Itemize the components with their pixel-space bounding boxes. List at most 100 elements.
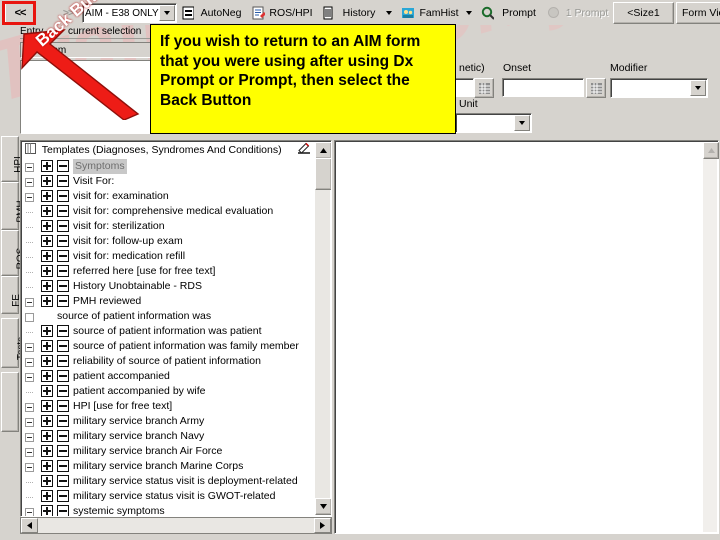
unit-chevron-down-icon[interactable] <box>514 115 530 131</box>
tree-empty-box-icon[interactable] <box>25 312 36 322</box>
tree-row[interactable]: visit for: medication refill <box>21 249 331 264</box>
tree-remove-icon[interactable] <box>57 160 69 172</box>
tree-row[interactable]: Symptoms <box>21 159 331 174</box>
tree-row[interactable]: source of patient information was family… <box>21 339 331 354</box>
tree-row[interactable]: visit for: sterilization <box>21 219 331 234</box>
autoneg-button[interactable]: AutoNeg <box>194 2 248 24</box>
tree-add-icon[interactable] <box>41 340 53 352</box>
sidebar-item-hpi[interactable]: HPI <box>1 136 24 182</box>
tree-row[interactable]: visit for: comprehensive medical evaluat… <box>21 204 331 219</box>
tree-collapse-icon[interactable] <box>25 357 36 367</box>
roshpi-button[interactable]: ROS/HPI <box>265 2 317 24</box>
tree-remove-icon[interactable] <box>57 235 69 247</box>
edit-pencil-icon[interactable] <box>297 142 311 155</box>
tree-collapse-icon[interactable] <box>25 462 36 472</box>
tree-add-icon[interactable] <box>41 160 53 172</box>
tree-collapse-icon[interactable] <box>25 432 36 442</box>
tree-row[interactable]: visit for: examination <box>21 189 331 204</box>
tree-row[interactable]: referred here [use for free text] <box>21 264 331 279</box>
tree-add-icon[interactable] <box>41 430 53 442</box>
tree-add-icon[interactable] <box>41 175 53 187</box>
tree-add-icon[interactable] <box>41 385 53 397</box>
scroll-down-icon[interactable] <box>315 498 331 515</box>
tree-horizontal-scrollbar[interactable] <box>20 517 332 534</box>
tree-remove-icon[interactable] <box>57 385 69 397</box>
tree-add-icon[interactable] <box>41 205 53 217</box>
tree-add-icon[interactable] <box>41 400 53 412</box>
tree-remove-icon[interactable] <box>57 445 69 457</box>
chevron-down-icon[interactable] <box>159 5 175 21</box>
tree-collapse-icon[interactable] <box>25 342 36 352</box>
tree-collapse-icon[interactable] <box>25 447 36 457</box>
detail-scroll-up-icon[interactable] <box>703 142 719 159</box>
tree-remove-icon[interactable] <box>57 250 69 262</box>
tree-remove-icon[interactable] <box>57 190 69 202</box>
onset-input[interactable] <box>502 78 584 97</box>
tree-remove-icon[interactable] <box>57 415 69 427</box>
modifier-combo[interactable] <box>610 78 708 98</box>
tree-add-icon[interactable] <box>41 445 53 457</box>
tree-remove-icon[interactable] <box>57 325 69 337</box>
tree-collapse-icon[interactable] <box>25 417 36 427</box>
tree-vertical-scrollbar[interactable] <box>315 142 331 515</box>
tree-remove-icon[interactable] <box>57 490 69 502</box>
tree-remove-icon[interactable] <box>57 340 69 352</box>
sidebar-item-browse[interactable]: Browse <box>1 372 32 432</box>
severity-picker-button[interactable] <box>474 78 494 98</box>
tree-row[interactable]: systemic symptoms <box>21 504 331 516</box>
modifier-chevron-down-icon[interactable] <box>690 80 706 96</box>
tree-add-icon[interactable] <box>41 190 53 202</box>
tree-remove-icon[interactable] <box>57 505 69 516</box>
scroll-up-icon[interactable] <box>315 142 331 159</box>
form-view-button[interactable]: Form View <box>676 2 720 24</box>
tree-remove-icon[interactable] <box>57 220 69 232</box>
tree-row[interactable]: HPI [use for free text] <box>21 399 331 414</box>
tree-row[interactable]: source of patient information was patien… <box>21 324 331 339</box>
scroll-right-icon[interactable] <box>314 518 331 533</box>
tree-row[interactable]: military service branch Air Force <box>21 444 331 459</box>
tree-row[interactable]: visit for: follow-up exam <box>21 234 331 249</box>
tree-add-icon[interactable] <box>41 370 53 382</box>
tree-row[interactable]: military service status visit is deploym… <box>21 474 331 489</box>
tree-add-icon[interactable] <box>41 355 53 367</box>
tree-remove-icon[interactable] <box>57 175 69 187</box>
tree-add-icon[interactable] <box>41 490 53 502</box>
famhist-button[interactable]: FamHist <box>414 2 464 24</box>
tree-remove-icon[interactable] <box>57 430 69 442</box>
tree-add-icon[interactable] <box>41 505 53 516</box>
tree-row[interactable]: military service branch Army <box>21 414 331 429</box>
unit-combo[interactable] <box>455 113 532 133</box>
tree-remove-icon[interactable] <box>57 265 69 277</box>
history-button[interactable]: History <box>334 2 384 24</box>
tree-row[interactable]: patient accompanied <box>21 369 331 384</box>
tree-add-icon[interactable] <box>41 460 53 472</box>
tree-row[interactable]: patient accompanied by wife <box>21 384 331 399</box>
tree-add-icon[interactable] <box>41 235 53 247</box>
template-tree-panel[interactable]: Templates (Diagnoses, Syndromes And Cond… <box>20 140 332 517</box>
tree-collapse-icon[interactable] <box>25 162 36 172</box>
tree-collapse-icon[interactable] <box>25 297 36 307</box>
tree-row[interactable]: reliability of source of patient informa… <box>21 354 331 369</box>
tree-row[interactable]: military service branch Marine Corps <box>21 459 331 474</box>
tree-add-icon[interactable] <box>41 475 53 487</box>
sidebar-item-tests[interactable]: Tests <box>1 318 27 368</box>
tree-remove-icon[interactable] <box>57 400 69 412</box>
tree-collapse-icon[interactable] <box>25 192 36 202</box>
tree-remove-icon[interactable] <box>57 355 69 367</box>
tree-row[interactable]: military service branch Navy <box>21 429 331 444</box>
tree-scroll-thumb[interactable] <box>315 158 331 190</box>
tree-row[interactable]: military service status visit is GWOT-re… <box>21 489 331 504</box>
tree-add-icon[interactable] <box>41 250 53 262</box>
onset-picker-button[interactable] <box>586 78 606 98</box>
tree-add-icon[interactable] <box>41 280 53 292</box>
tree-row[interactable]: PMH reviewed <box>21 294 331 309</box>
scroll-left-icon[interactable] <box>21 518 38 533</box>
tree-collapse-icon[interactable] <box>25 402 36 412</box>
tree-row[interactable]: source of patient information was <box>21 309 331 324</box>
tree-remove-icon[interactable] <box>57 460 69 472</box>
sidebar-item-ros[interactable]: ROS <box>1 230 26 276</box>
size-button[interactable]: <Size1 <box>613 2 674 24</box>
tree-add-icon[interactable] <box>41 220 53 232</box>
tree-remove-icon[interactable] <box>57 205 69 217</box>
tree-remove-icon[interactable] <box>57 295 69 307</box>
